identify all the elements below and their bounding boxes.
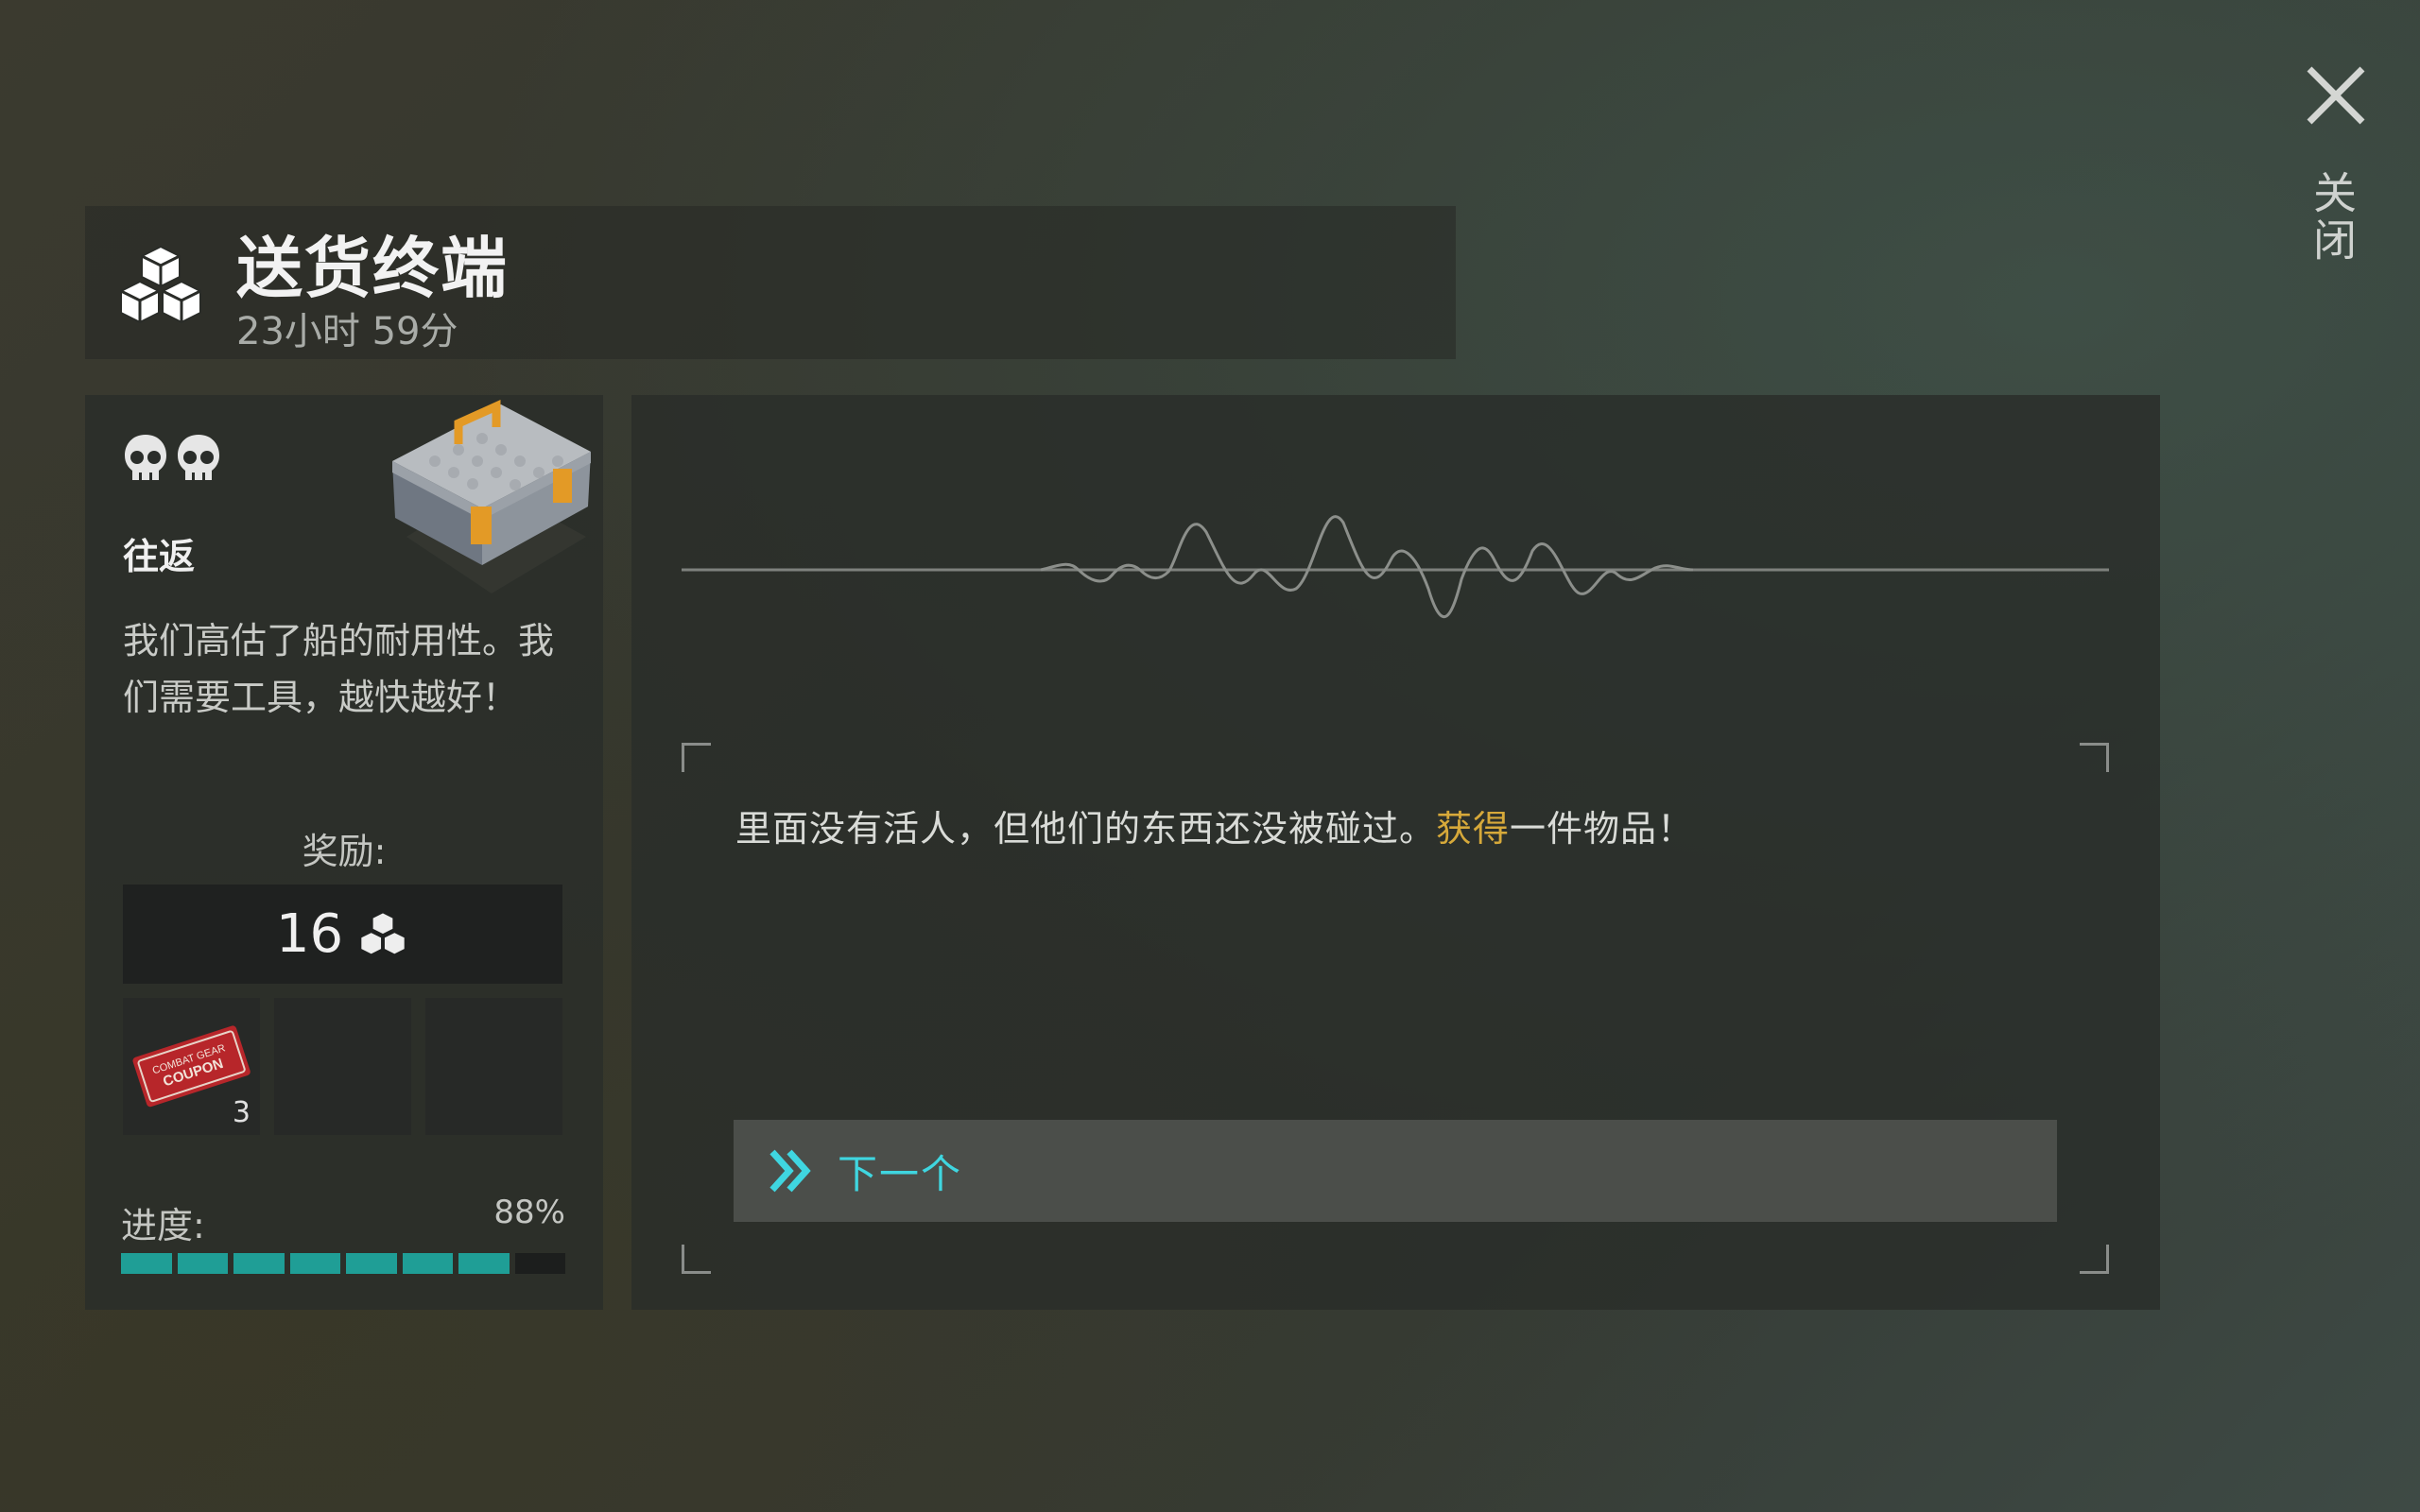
route-type: 往返 xyxy=(123,536,196,577)
progress-segment xyxy=(458,1253,510,1274)
skull-icon xyxy=(125,435,166,480)
boxes-icon xyxy=(359,911,406,955)
reward-slot-empty xyxy=(274,998,411,1135)
next-button[interactable]: 下一个 xyxy=(734,1120,2057,1222)
frame-corner xyxy=(2080,743,2109,772)
reward-label: 奖励: xyxy=(302,831,387,872)
progress-segment xyxy=(514,1253,565,1274)
reward-slots: COMBAT GEAR COUPON 3 xyxy=(123,998,562,1135)
progress-label: 进度: xyxy=(121,1205,205,1246)
close-label[interactable]: 关闭 xyxy=(2307,170,2363,265)
page-title: 送货终端 xyxy=(236,230,509,307)
message-highlight: 获得 xyxy=(1436,808,1511,850)
reward-slot[interactable]: COMBAT GEAR COUPON 3 xyxy=(123,998,260,1135)
mission-header: 送货终端 23小时 59分 xyxy=(85,206,1456,359)
progress-segment xyxy=(346,1253,397,1274)
progress-segment xyxy=(402,1253,453,1274)
frame-corner xyxy=(2080,1245,2109,1274)
item-count: 3 xyxy=(232,1096,251,1129)
signal-waveform xyxy=(682,515,2109,618)
next-button-label: 下一个 xyxy=(838,1151,963,1197)
boxes-icon xyxy=(120,245,201,324)
message-text: 里面没有活人，但他们的东西还没被碰过。 xyxy=(735,808,1437,850)
mission-description: 我们高估了船的耐用性。我们需要工具，越快越好！ xyxy=(123,620,555,718)
progress-segment xyxy=(121,1253,172,1274)
skull-icon xyxy=(178,435,219,480)
close-button[interactable] xyxy=(2302,61,2370,129)
frame-corner xyxy=(682,743,711,772)
reward-value: 16 xyxy=(275,903,344,965)
message-text-end: 一件物品！ xyxy=(1510,808,1695,850)
progress-bar xyxy=(121,1253,565,1274)
progress-segment xyxy=(177,1253,228,1274)
mission-timer: 23小时 59分 xyxy=(236,310,458,353)
difficulty-indicator xyxy=(123,433,221,484)
double-chevron-right-icon xyxy=(769,1149,811,1193)
toolbox-icon xyxy=(392,400,591,593)
progress-segment xyxy=(289,1253,340,1274)
reward-slot-empty xyxy=(425,998,562,1135)
dialog-message: 里面没有活人，但他们的东西还没被碰过。获得一件物品！ xyxy=(735,799,1694,851)
close-icon xyxy=(2307,66,2365,125)
progress-segment xyxy=(233,1253,285,1274)
progress-percent: 88% xyxy=(493,1194,565,1231)
mission-info-panel: 往返 我们高估了船的耐用性。我们需要工具，越快越好！ 奖励: 16 COMBAT… xyxy=(85,395,603,1310)
reward-box: 16 xyxy=(123,885,562,984)
frame-corner xyxy=(682,1245,711,1274)
